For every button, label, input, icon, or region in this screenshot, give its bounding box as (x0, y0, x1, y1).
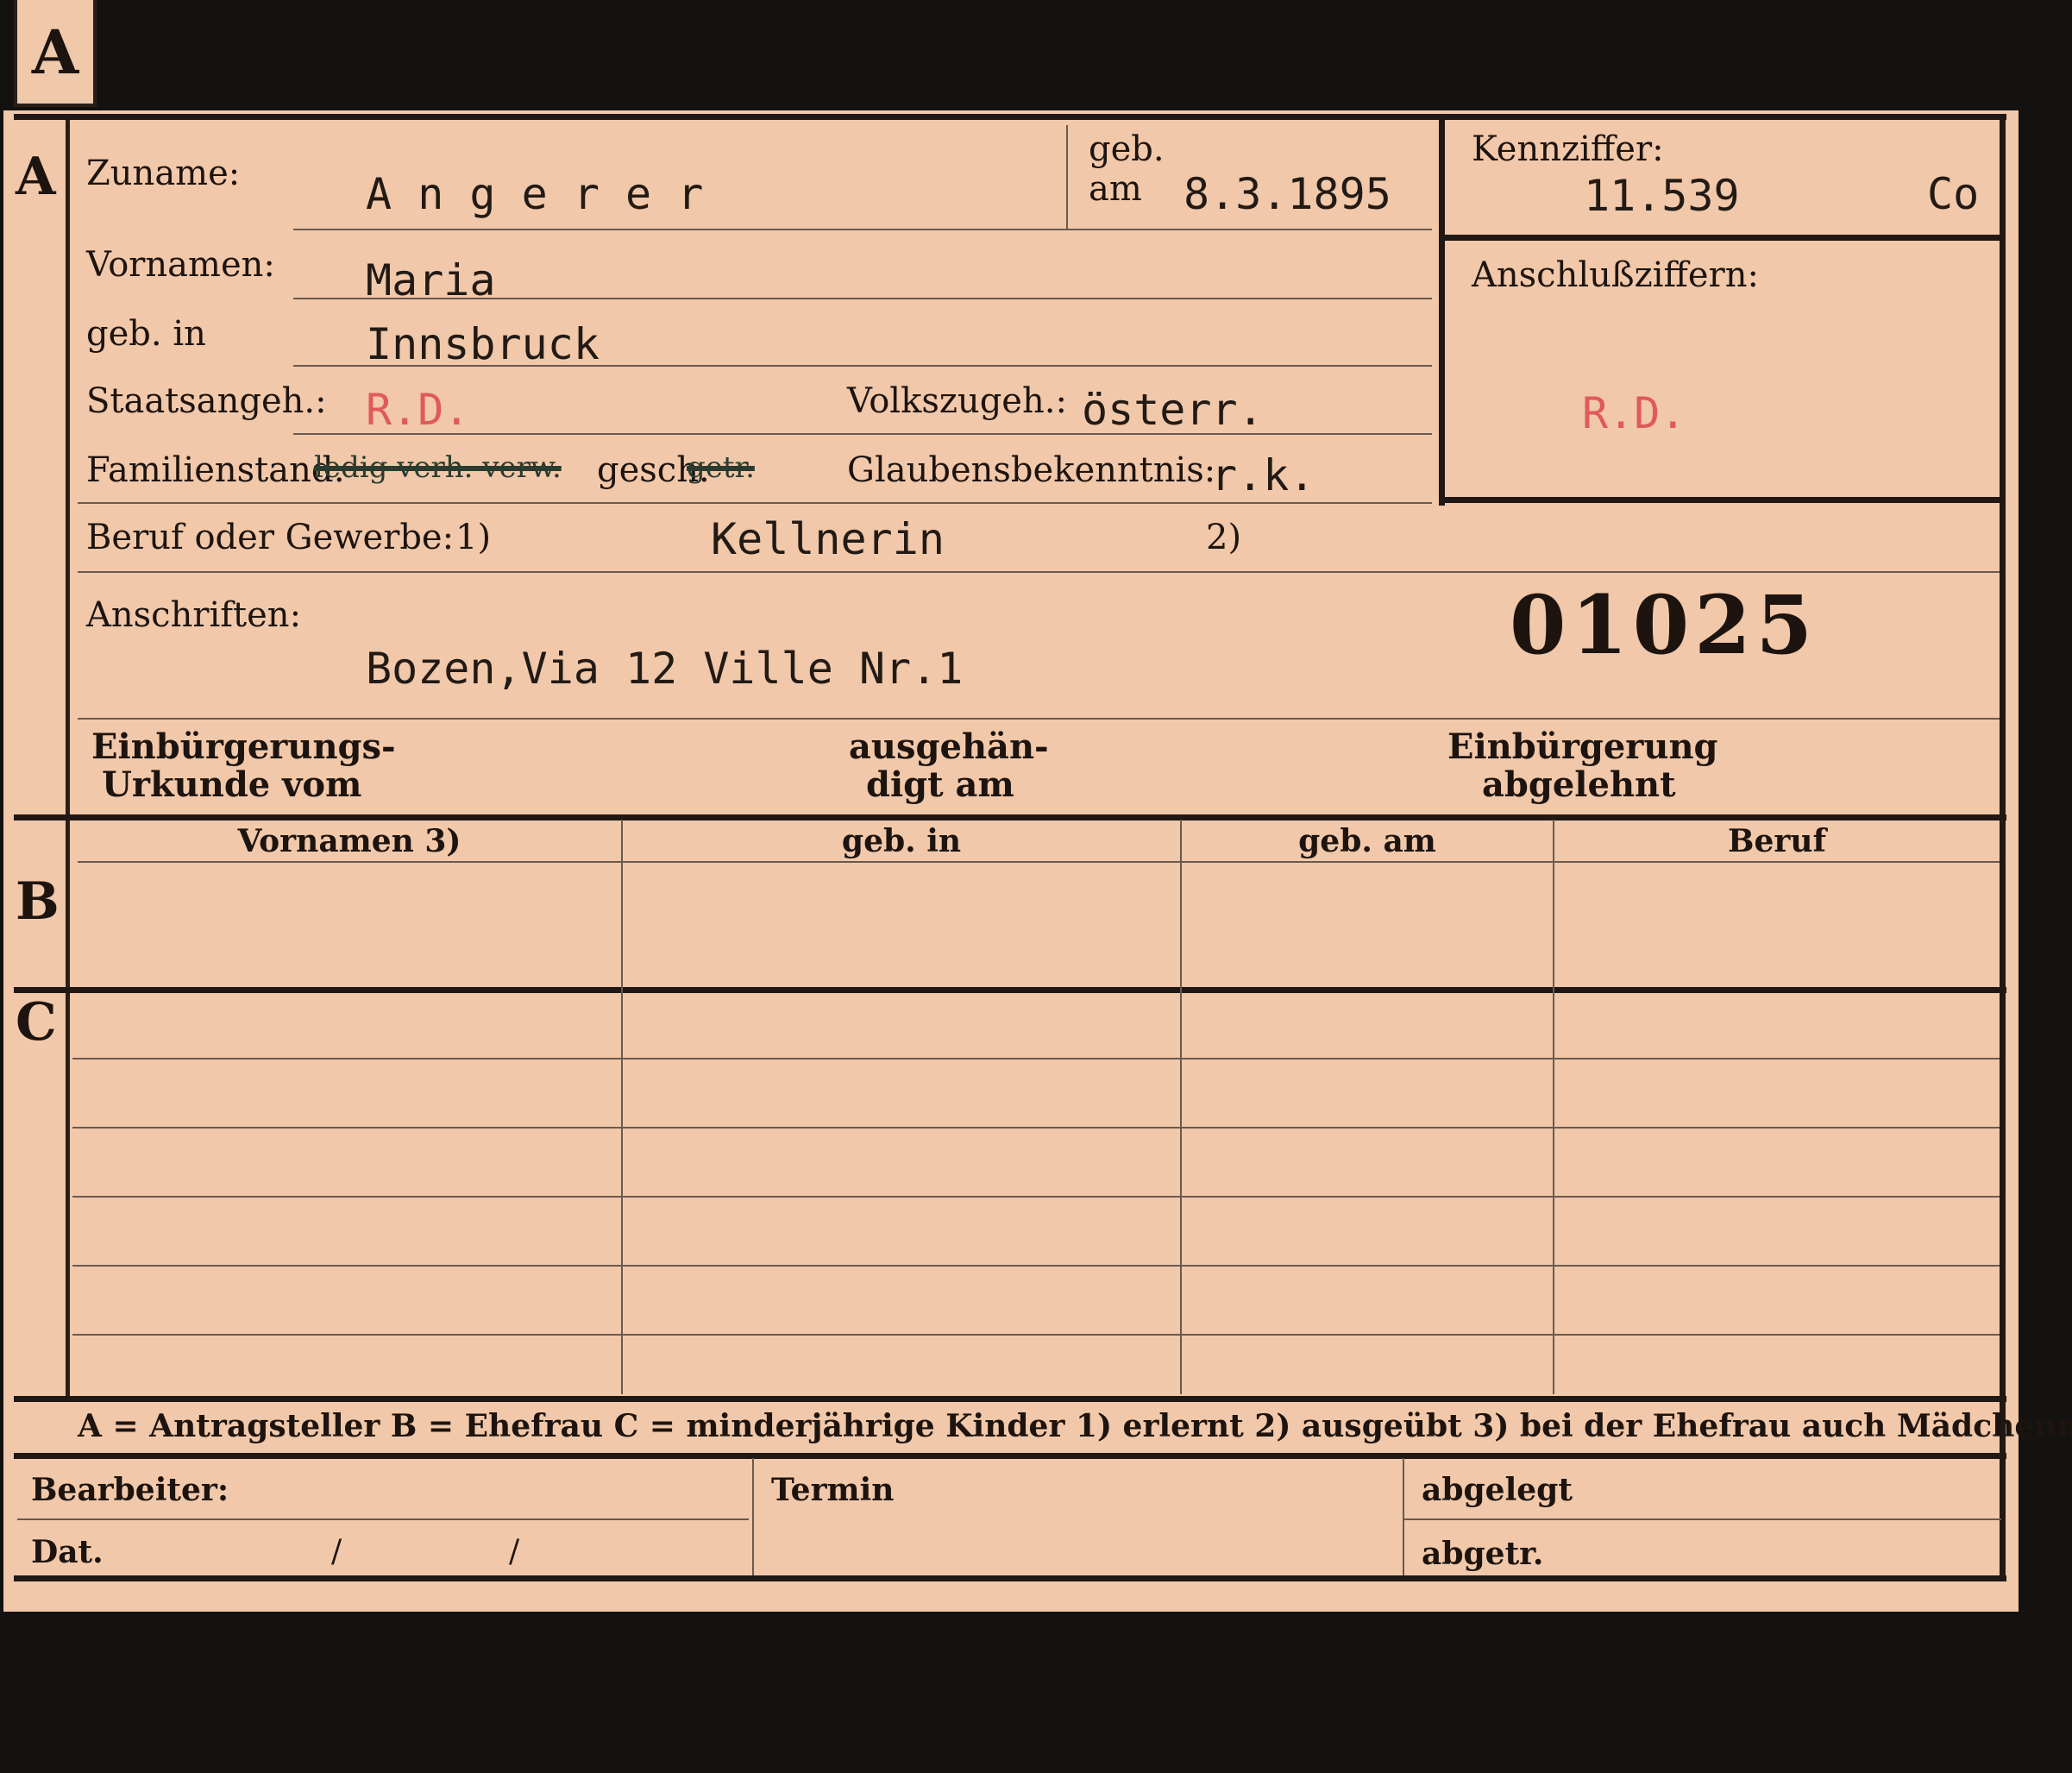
abgelegt-label: abgelegt (1422, 1472, 1573, 1508)
index-tab: A (14, 0, 97, 107)
rule-zuname (293, 229, 1432, 230)
table-row-rule (72, 1127, 2000, 1129)
ausgehaend-2: digt am (866, 764, 1014, 805)
dat-slash-1: / (331, 1534, 342, 1569)
vornamen-label: Vornamen: (86, 245, 275, 285)
kennziffer-box-left (1439, 116, 1445, 506)
rule-beruf (78, 571, 2000, 573)
frame-top (14, 114, 2006, 120)
rule-section-b-top (14, 814, 2006, 820)
einb-urkunde-2: Urkunde vom (102, 764, 362, 805)
zuname-value: A n g e r e r (366, 169, 704, 219)
rule-vornamen (293, 298, 1432, 299)
geb-am-label-1: geb. (1089, 129, 1165, 169)
rule-bearbeiter (17, 1518, 749, 1520)
kennziffer-box-bottom (1439, 497, 2005, 503)
anschriften-label: Anschriften: (86, 595, 302, 635)
rule-abgelegt (1404, 1518, 2001, 1520)
rule-section-c-top (14, 987, 2006, 993)
col-divider-3 (1553, 820, 1554, 1394)
geb-am-value: 8.3.1895 (1184, 169, 1391, 219)
rule-legend-top (14, 1396, 2006, 1402)
kennziffer-divider (1439, 235, 2005, 241)
anschrift-value: Bozen,Via 12 Ville Nr.1 (366, 644, 964, 694)
col-header-beruf: Beruf (1728, 823, 1826, 859)
geb-in-value: Innsbruck (366, 319, 600, 369)
dat-label: Dat. (31, 1534, 104, 1570)
einb-abgelehnt-2: abgelehnt (1482, 764, 1676, 805)
anschluss-label: Anschlußziffern: (1472, 255, 1759, 295)
glaubens-label: Glaubensbekenntnis: (847, 450, 1216, 490)
section-label-a: A (16, 147, 56, 207)
beruf-value: Kellnerin (711, 514, 945, 564)
rule-staatsangeh (293, 433, 1432, 435)
col-header-geb-am: geb. am (1298, 823, 1436, 859)
termin-label: Termin (771, 1472, 895, 1508)
frame-bottom (14, 1575, 2006, 1581)
beruf-label: Beruf oder Gewerbe: (86, 518, 455, 557)
geb-am-divider (1066, 125, 1068, 229)
geb-in-label: geb. in (86, 314, 206, 354)
glaubens-value: r.k. (1211, 450, 1315, 500)
einb-abgelehnt-1: Einbürgerung (1447, 726, 1718, 767)
staatsangeh-label: Staatsangeh.: (86, 381, 327, 421)
kennziffer-value: 11.539 (1584, 171, 1740, 221)
rule-table-header (78, 861, 2000, 863)
section-column (14, 114, 70, 1399)
staatsangeh-value: R.D. (366, 385, 470, 435)
col-header-vornamen: Vornamen 3) (237, 823, 461, 859)
section-label-b: B (16, 871, 60, 932)
footer-divider-2 (1403, 1458, 1404, 1575)
anschluss-value: R.D. (1582, 388, 1686, 438)
rule-legend-bottom (14, 1453, 2006, 1459)
einb-urkunde-1: Einbürgerungs- (91, 726, 396, 767)
rule-geb-in (293, 365, 1432, 367)
frame-right (2000, 114, 2006, 1581)
dat-slash-2: / (509, 1534, 520, 1569)
stamp-number: 01025 (1510, 578, 1818, 673)
table-row-rule (72, 1334, 2000, 1336)
beruf-note-2: 2) (1206, 518, 1242, 557)
familienstand-struck: ledig verh. verw. (314, 450, 562, 485)
footer-divider-1 (752, 1458, 754, 1575)
table-row-rule (72, 1196, 2000, 1198)
volkszugeh-value: österr. (1082, 385, 1264, 435)
familienstand-label: Familienstand: (86, 450, 345, 490)
col-divider-2 (1180, 820, 1182, 1394)
col-divider-1 (621, 820, 623, 1394)
bearbeiter-label: Bearbeiter: (31, 1472, 229, 1508)
kennziffer-label: Kennziffer: (1472, 129, 1664, 169)
tab-letter: A (31, 16, 79, 88)
table-row-rule (72, 1058, 2000, 1059)
rule-familienstand (78, 502, 1432, 504)
beruf-note-1: 1) (455, 518, 492, 557)
geb-am-label-2: am (1089, 169, 1142, 209)
col-header-geb-in: geb. in (841, 823, 962, 859)
kennziffer-suffix: Co (1927, 169, 1980, 219)
volkszugeh-label: Volkszugeh.: (847, 381, 1067, 421)
zuname-label: Zuname: (86, 154, 241, 193)
ausgehaend-1: ausgehän- (849, 726, 1049, 767)
abgetr-label: abgetr. (1422, 1536, 1544, 1572)
familienstand-struck2: getr. (687, 450, 755, 485)
legend: A = Antragsteller B = Ehefrau C = minder… (78, 1408, 2072, 1444)
section-label-c: C (16, 992, 57, 1053)
table-row-rule (72, 1265, 2000, 1267)
rule-anschriften (78, 718, 2000, 720)
